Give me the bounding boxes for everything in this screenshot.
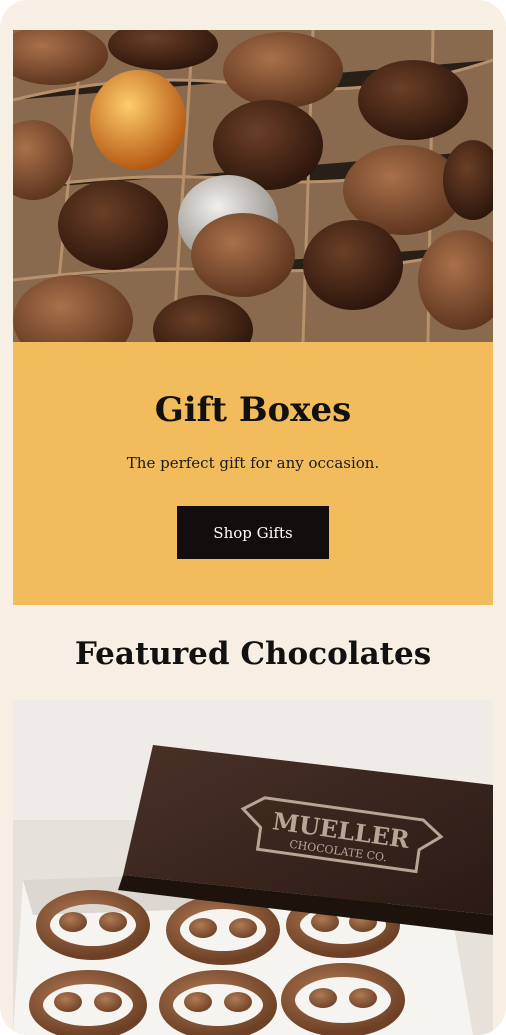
hero-title: Gift Boxes	[154, 390, 352, 430]
featured-product-image[interactable]: MUELLER CHOCOLATE CO.	[13, 700, 493, 1035]
hero-panel: Gift Boxes The perfect gift for any occa…	[13, 342, 493, 605]
shop-gifts-button[interactable]: Shop Gifts	[177, 506, 329, 559]
gift-box-hero-image	[13, 30, 493, 342]
section-title: Featured Chocolates	[74, 636, 432, 672]
page-frame: Gift Boxes The perfect gift for any occa…	[0, 0, 506, 1035]
hero-subtitle: The perfect gift for any occasion.	[126, 454, 380, 472]
